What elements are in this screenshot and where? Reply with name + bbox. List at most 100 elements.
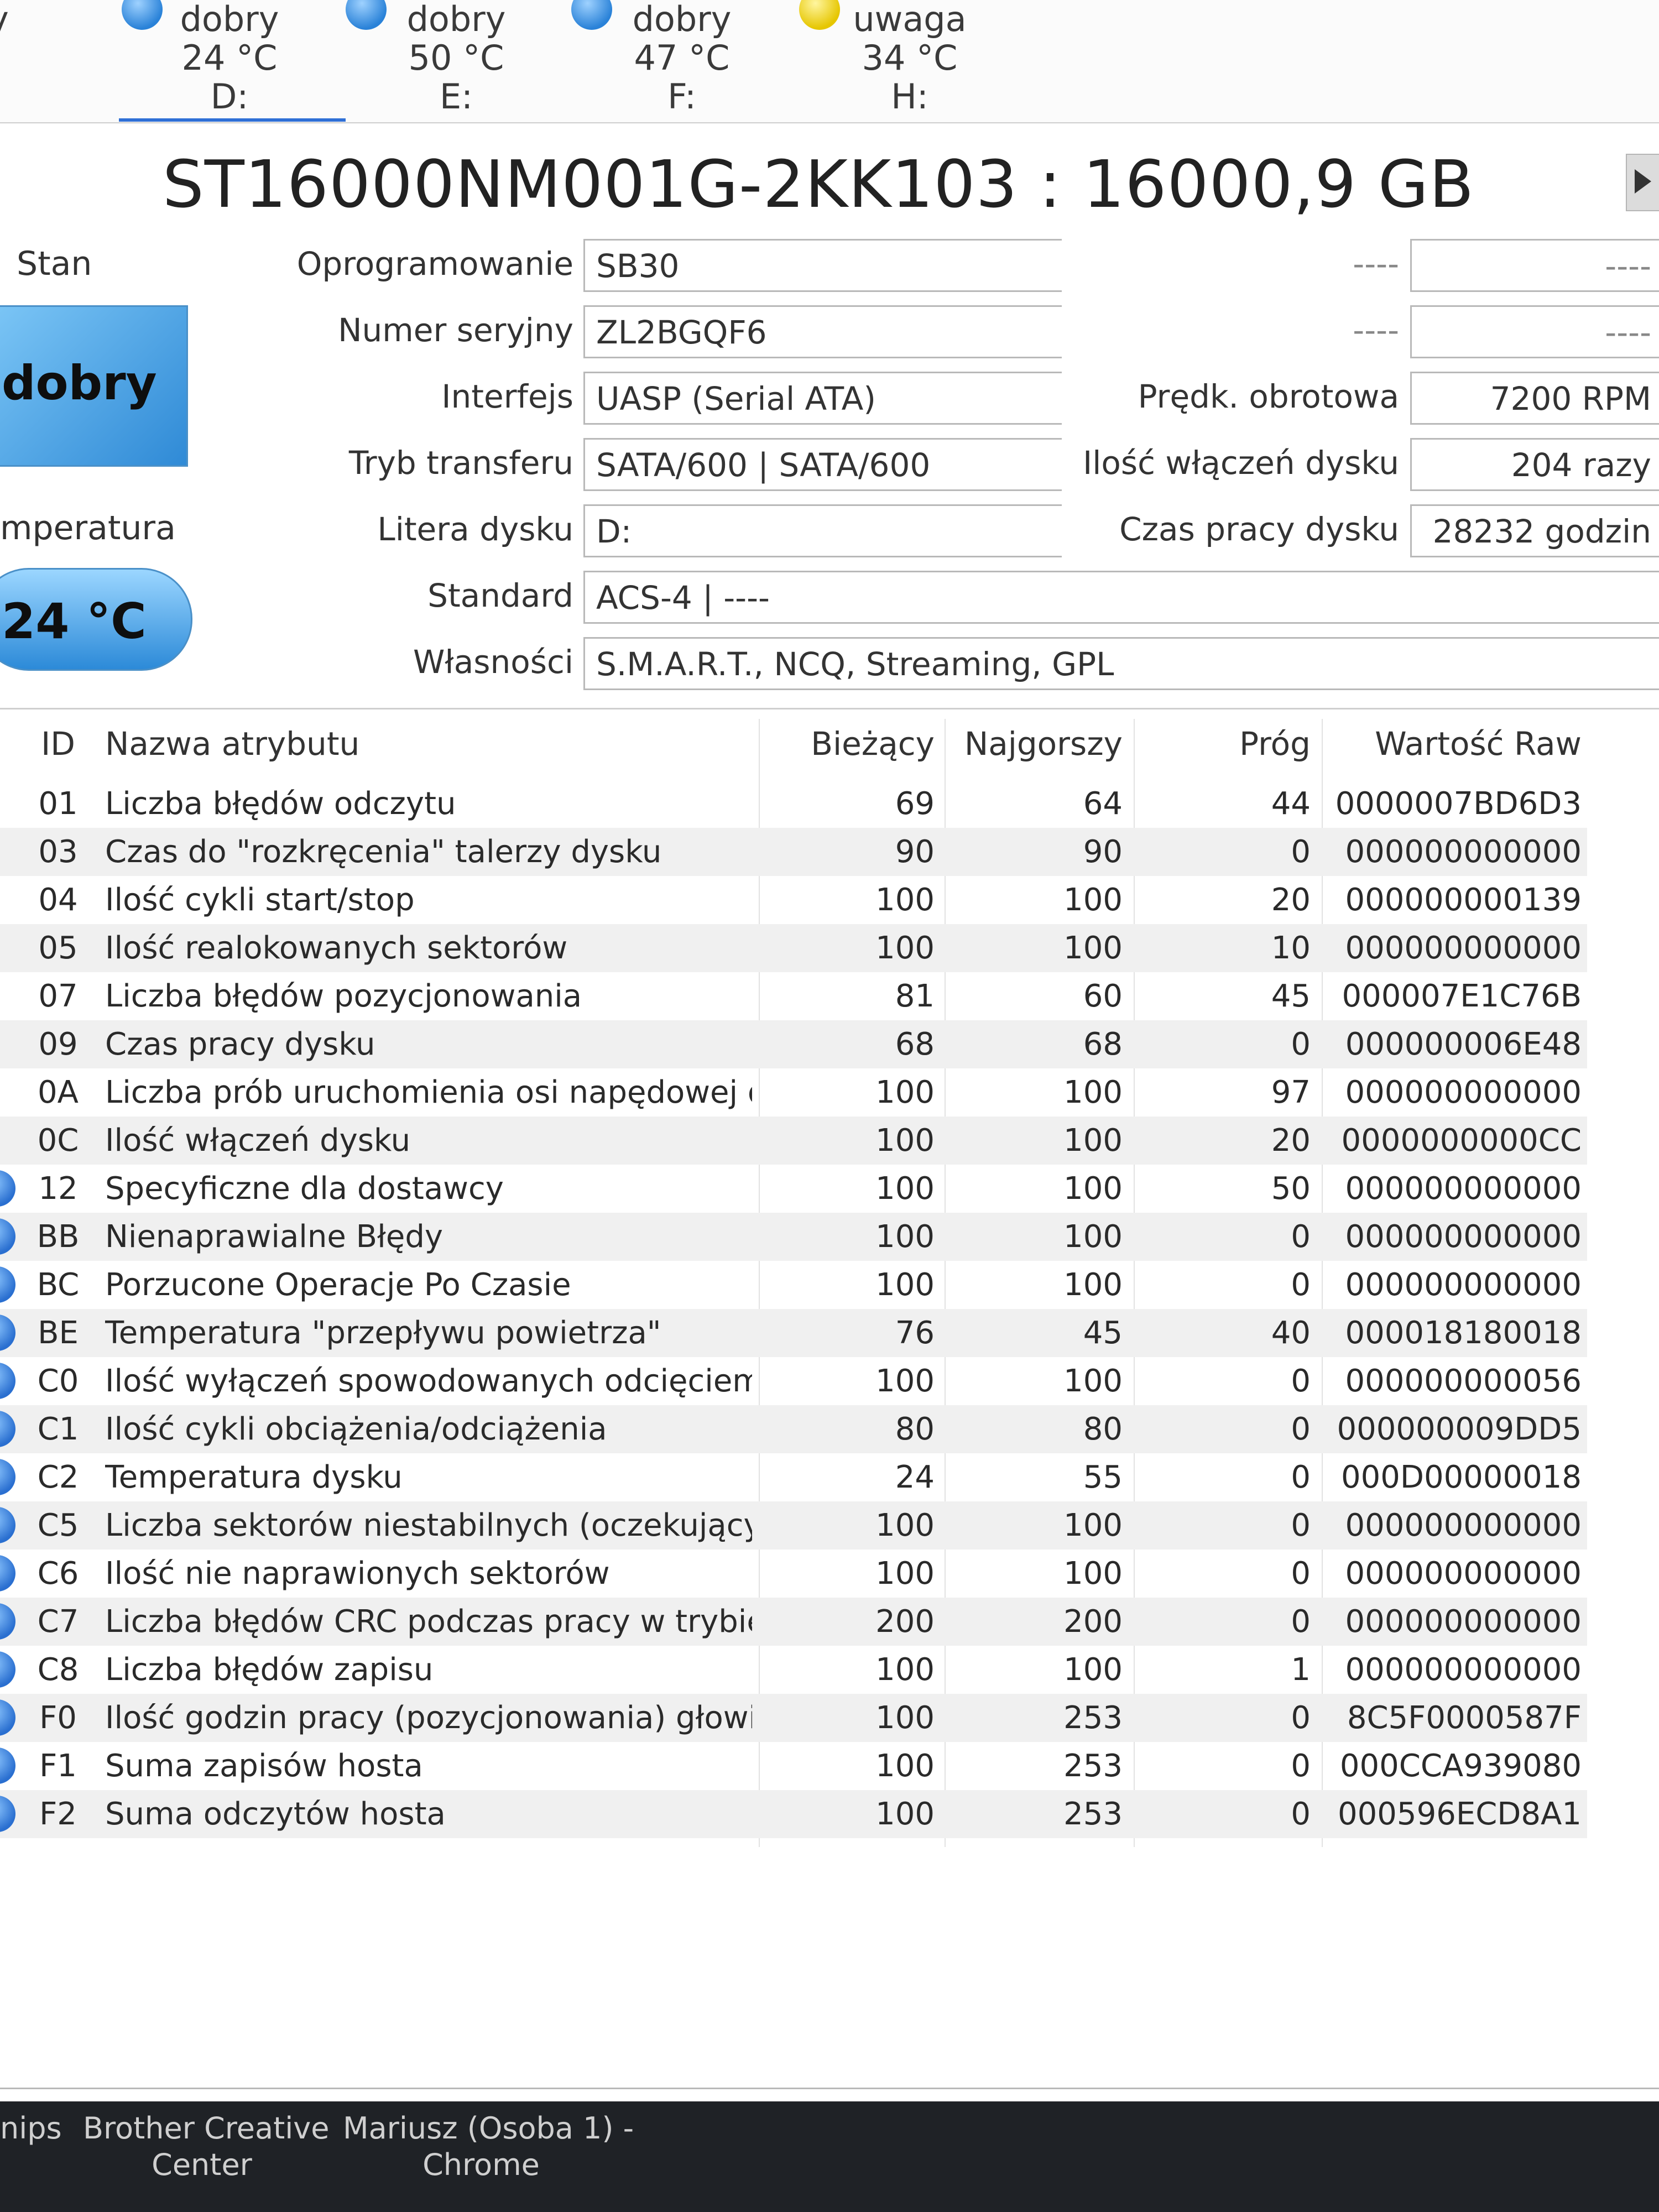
status-dot-icon xyxy=(0,1651,15,1688)
attribute-name: Liczba prób uruchomienia osi napędowej d… xyxy=(105,1074,752,1110)
table-row[interactable]: 0C Ilość włączeń dysku 100 100 20 0000000000C… xyxy=(0,1117,1587,1165)
worst-value: 55 xyxy=(1083,1459,1123,1495)
table-row[interactable]: 05 Ilość realokowanych sektorów 100 100 10 00… xyxy=(0,924,1587,972)
attribute-id: BE xyxy=(38,1315,79,1351)
table-row[interactable]: 01 Liczba błędów odczytu 69 64 44 0000007BD6D… xyxy=(0,780,1587,828)
status-dot-icon xyxy=(571,0,612,30)
table-row[interactable]: BC Porzucone Operacje Po Czasie 100 100 0 000… xyxy=(0,1261,1587,1309)
serial-value: ZL2BGQF6 xyxy=(596,314,767,351)
interface-value: UASP (Serial ATA) xyxy=(596,380,876,418)
current-value: 100 xyxy=(875,882,935,918)
header-current[interactable]: Bieżący xyxy=(752,719,935,769)
raw-value: 000000000139 xyxy=(1345,882,1582,918)
table-row[interactable]: BE Temperatura "przepływu powietrza" 76 45 4… xyxy=(0,1309,1587,1357)
drive-tab-c[interactable]: bry °C C: xyxy=(0,0,44,124)
attribute-id: 0A xyxy=(38,1074,79,1110)
header-raw[interactable]: Wartość Raw xyxy=(1322,719,1582,769)
worst-value: 100 xyxy=(1063,1219,1123,1255)
header-id[interactable]: ID xyxy=(17,719,100,769)
table-row[interactable]: 04 Ilość cykli start/stop 100 100 20 00000000… xyxy=(0,876,1587,924)
raw-value: 000018180018 xyxy=(1345,1315,1582,1351)
raw-value: 000000000000 xyxy=(1345,1171,1582,1207)
taskbar-item-nips[interactable]: nips xyxy=(0,2110,62,2147)
transfer-mode-value: SATA/600 | SATA/600 xyxy=(596,446,931,484)
table-row[interactable]: F1 Suma zapisów hosta 100 253 0 000CCA939080 xyxy=(0,1742,1587,1790)
current-value: 100 xyxy=(875,1700,935,1736)
threshold-value: 97 xyxy=(1271,1074,1311,1110)
taskbar-item-chrome[interactable]: Mariusz (Osoba 1) - Chrome xyxy=(343,2110,634,2183)
worst-value: 100 xyxy=(1063,930,1123,966)
worst-value: 100 xyxy=(1063,1556,1123,1592)
worst-value: 100 xyxy=(1063,1123,1123,1159)
table-row[interactable]: C8 Liczba błędów zapisu 100 100 1 00000000000… xyxy=(0,1646,1587,1694)
current-value: 100 xyxy=(875,1171,935,1207)
table-row[interactable]: C2 Temperatura dysku 24 55 0 000D00000018 xyxy=(0,1453,1587,1501)
attribute-name: Liczba sektorów niestabilnych (oczekując… xyxy=(105,1507,752,1543)
table-row[interactable]: 0A Liczba prób uruchomienia osi napędowej… xyxy=(0,1068,1587,1117)
table-row[interactable]: F0 Ilość godzin pracy (pozycjonowania) gł… xyxy=(0,1694,1587,1742)
next-drive-button[interactable] xyxy=(1626,154,1659,211)
threshold-value: 0 xyxy=(1291,1363,1311,1399)
status-dot-icon xyxy=(0,1459,15,1495)
threshold-value: 0 xyxy=(1291,1556,1311,1592)
raw-value: 000000000000 xyxy=(1345,1652,1582,1688)
worst-value: 80 xyxy=(1083,1411,1123,1447)
attribute-name: Specyficzne dla dostawcy xyxy=(105,1171,504,1207)
attribute-id: 09 xyxy=(38,1026,78,1062)
interface-field: UASP (Serial ATA) xyxy=(583,372,1062,425)
table-row[interactable]: 07 Liczba błędów pozycjonowania 81 60 45 0000… xyxy=(0,972,1587,1020)
threshold-value: 40 xyxy=(1271,1315,1311,1351)
raw-value: 000000000000 xyxy=(1345,1556,1582,1592)
current-value: 100 xyxy=(875,1267,935,1303)
worst-value: 253 xyxy=(1063,1796,1123,1832)
attribute-name: Ilość włączeń dysku xyxy=(105,1123,411,1159)
attribute-id: C7 xyxy=(37,1604,79,1640)
table-row[interactable]: 03 Czas do "rozkręcenia" talerzy dysku 90 9… xyxy=(0,828,1587,876)
attribute-name: Temperatura "przepływu powietrza" xyxy=(105,1315,661,1351)
divider xyxy=(0,2088,1659,2089)
drive-model-title: ST16000NM001G-2KK103 : 16000,9 GB xyxy=(162,146,1475,222)
status-dot-icon xyxy=(0,1218,15,1255)
table-row[interactable]: C5 Liczba sektorów niestabilnych (oczekuj… xyxy=(0,1501,1587,1550)
attribute-name: Ilość cykli start/stop xyxy=(105,882,415,918)
health-status-button[interactable]: dobry xyxy=(0,305,188,467)
table-row[interactable]: 09 Czas pracy dysku 68 68 0 000000006E48 xyxy=(0,1020,1587,1068)
header-threshold[interactable]: Próg xyxy=(1134,719,1311,769)
threshold-value: 0 xyxy=(1291,1411,1311,1447)
features-value: S.M.A.R.T., NCQ, Streaming, GPL xyxy=(596,645,1114,683)
table-row[interactable]: C0 Ilość wyłączeń spowodowanych odcięciem… xyxy=(0,1357,1587,1405)
header-name[interactable]: Nazwa atrybutu xyxy=(105,719,359,769)
drive-letter-field: D: xyxy=(583,504,1062,557)
status-dot-icon xyxy=(0,1699,15,1736)
worst-value: 253 xyxy=(1063,1748,1123,1784)
status-dot-icon xyxy=(346,0,387,30)
attribute-id: F0 xyxy=(39,1700,77,1736)
table-row[interactable]: C6 Ilość nie naprawionych sektorów 100 100 0… xyxy=(0,1550,1587,1598)
attribute-id: 0C xyxy=(37,1123,79,1159)
divider xyxy=(0,122,1659,123)
status-dot-icon xyxy=(0,1363,15,1399)
drive-tab-d[interactable]: dobry 24 °C D: xyxy=(122,0,293,124)
status-dot-icon xyxy=(0,1555,15,1592)
table-row[interactable]: C1 Ilość cykli obciążenia/odciążenia 80 80 0… xyxy=(0,1405,1587,1453)
drive-tab-h[interactable]: uwaga 34 °C H: xyxy=(799,0,973,124)
attribute-id: 03 xyxy=(38,834,78,870)
table-row[interactable]: F2 Suma odczytów hosta 100 253 0 000596ECD8A1 xyxy=(0,1790,1587,1838)
taskbar-item-brother-creative-center[interactable]: Brother Creative Center xyxy=(83,2110,329,2183)
table-row[interactable]: 12 Specyficzne dla dostawcy 100 100 50 000000… xyxy=(0,1165,1587,1213)
attribute-id: 12 xyxy=(38,1171,78,1207)
drive-status: dobry xyxy=(180,0,279,39)
attribute-id: C5 xyxy=(37,1507,79,1543)
drive-tab-e[interactable]: dobry 50 °C E: xyxy=(346,0,520,124)
header-worst[interactable]: Najgorszy xyxy=(946,719,1123,769)
worst-value: 64 xyxy=(1083,786,1123,822)
table-row[interactable]: C7 Liczba błędów CRC podczas pracy w tryb… xyxy=(0,1598,1587,1646)
drive-status: uwaga xyxy=(853,0,967,39)
drive-temp: 47 °C xyxy=(634,38,730,78)
attribute-name: Ilość wyłączeń spowodowanych odcięciem z… xyxy=(105,1363,752,1399)
attribute-name: Liczba błędów odczytu xyxy=(105,786,456,822)
drive-temp: °C xyxy=(0,39,44,77)
table-row[interactable]: BB Nienaprawialne Błędy 100 100 0 00000000000… xyxy=(0,1213,1587,1261)
raw-value: 000000000000 xyxy=(1345,1219,1582,1255)
drive-tab-f[interactable]: dobry 47 °C F: xyxy=(571,0,745,124)
